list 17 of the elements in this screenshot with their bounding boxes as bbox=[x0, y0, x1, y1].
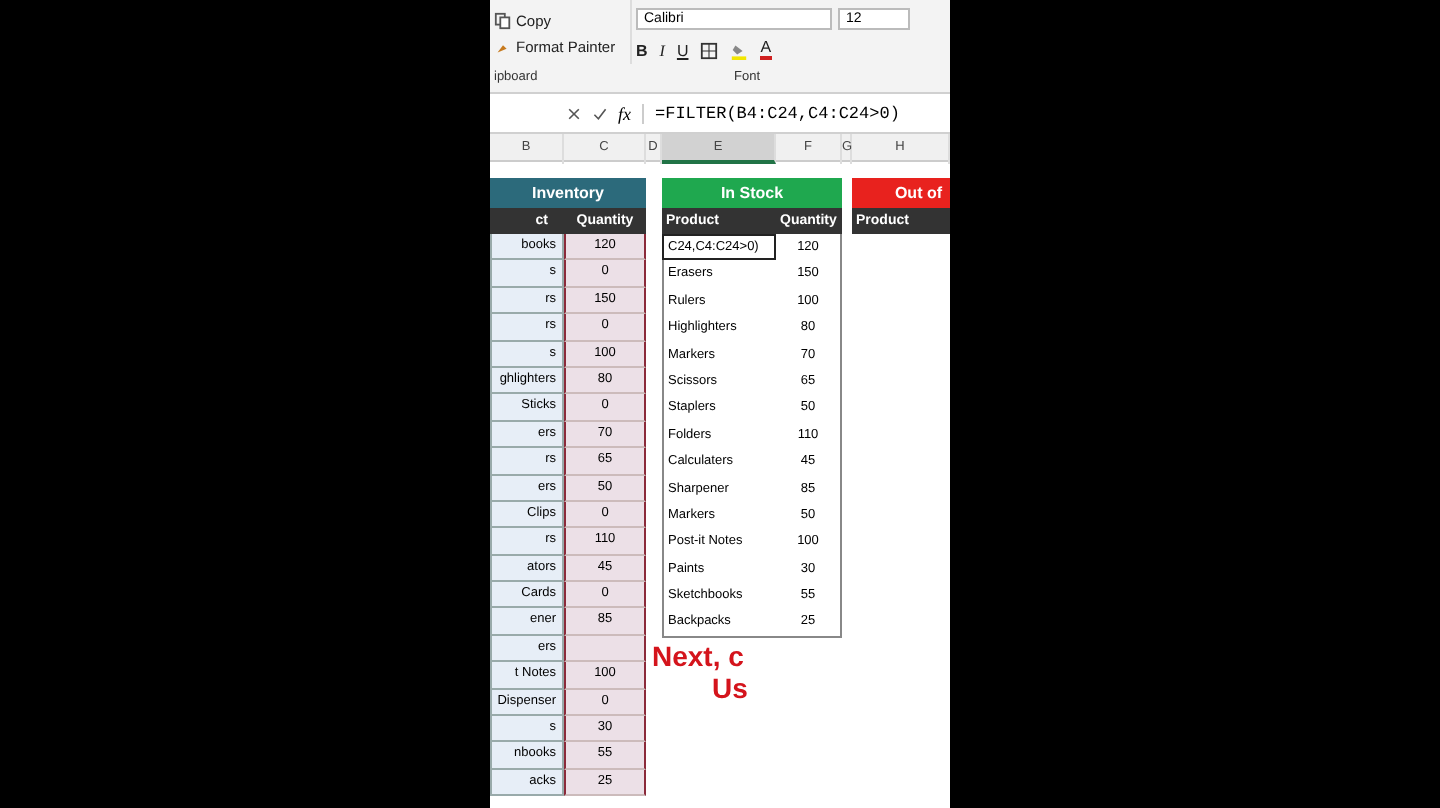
font-color-button[interactable]: A bbox=[760, 40, 772, 60]
bold-button[interactable]: B bbox=[636, 41, 648, 59]
borders-icon[interactable] bbox=[700, 41, 719, 59]
table-cell bbox=[564, 635, 646, 663]
caption-text: Next, c bbox=[652, 640, 746, 672]
insert-function-button[interactable]: fx bbox=[618, 103, 631, 123]
cancel-icon[interactable] bbox=[566, 105, 582, 121]
table-title: Out of bbox=[852, 178, 950, 208]
table-title: In Stock bbox=[662, 178, 842, 208]
caption-text: Us bbox=[710, 672, 748, 704]
fill-color-icon[interactable] bbox=[730, 41, 749, 59]
copy-icon[interactable] bbox=[494, 12, 512, 30]
formula-field[interactable]: =FILTER(B4:C24,C4:C24>0) bbox=[641, 103, 900, 123]
table-title: Inventory bbox=[490, 178, 646, 208]
check-icon[interactable] bbox=[592, 105, 608, 121]
italic-button[interactable]: I bbox=[659, 41, 665, 59]
underline-button[interactable]: U bbox=[676, 41, 689, 59]
